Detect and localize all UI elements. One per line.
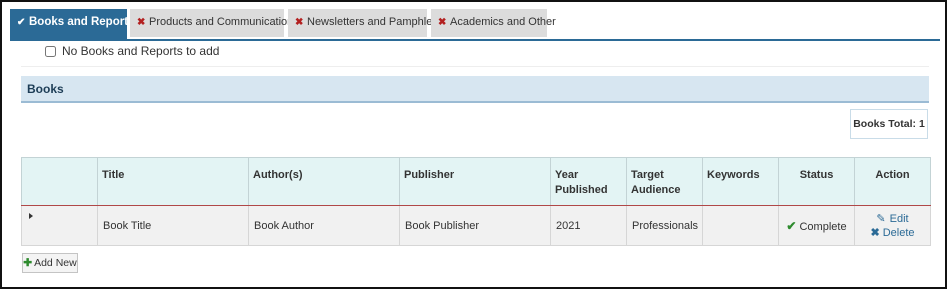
- table-header-row: Title Author(s) Publisher Year Published…: [21, 157, 931, 206]
- add-new-label: Add New: [34, 257, 77, 269]
- cell-keywords: [702, 205, 779, 246]
- no-books-label: No Books and Reports to add: [62, 44, 220, 58]
- tab-label: Academics and Other: [450, 16, 556, 28]
- edit-link[interactable]: ✎ Edit: [860, 212, 925, 226]
- books-total-badge: Books Total: 1: [850, 109, 928, 139]
- edit-label: Edit: [889, 212, 909, 225]
- delete-label: Delete: [882, 226, 915, 239]
- add-new-button[interactable]: ✚ Add New: [22, 253, 78, 273]
- col-header-year[interactable]: Year Published: [550, 157, 627, 206]
- checkmark-icon: ✔: [786, 218, 797, 233]
- section-header-books: Books: [21, 76, 929, 103]
- cell-year: 2021: [550, 205, 627, 246]
- divider: [21, 66, 929, 67]
- books-total-label: Books Total: 1: [853, 118, 925, 130]
- tab-bar: ✔ Books and Reports ✖ Products and Communi…: [10, 9, 940, 41]
- tab-label: Newsletters and Pamphlets: [307, 16, 441, 28]
- check-icon: ✔: [17, 17, 26, 28]
- tab-books-and-reports[interactable]: ✔ Books and Reports: [10, 9, 134, 39]
- cell-action: ✎ Edit ✖ Delete: [854, 205, 931, 246]
- caret-right-icon[interactable]: [29, 213, 33, 219]
- table-row: Book Title Book Author Book Publisher 20…: [21, 205, 931, 246]
- x-icon: ✖: [137, 17, 146, 28]
- section-title: Books: [27, 82, 64, 96]
- x-icon: ✖: [438, 17, 447, 28]
- cell-title: Book Title: [97, 205, 249, 246]
- delete-link[interactable]: ✖ Delete: [860, 226, 925, 240]
- col-header-expand: [21, 157, 98, 206]
- col-header-keywords[interactable]: Keywords: [702, 157, 779, 206]
- plus-icon: ✚: [23, 257, 33, 269]
- tab-label: Products and Communications: [149, 16, 299, 28]
- tab-academics-and-other[interactable]: ✖ Academics and Other: [431, 9, 556, 37]
- tab-label: Books and Reports: [29, 16, 135, 28]
- edit-icon: ✎: [876, 212, 886, 225]
- app-frame: ✔ Books and Reports ✖ Products and Communi…: [0, 0, 947, 289]
- cell-authors: Book Author: [248, 205, 400, 246]
- cell-publisher: Book Publisher: [399, 205, 551, 246]
- cell-audience: Professionals: [626, 205, 703, 246]
- status-label: Complete: [799, 220, 847, 233]
- col-header-status: Status: [778, 157, 855, 206]
- tab-products-and-communications[interactable]: ✖ Products and Communications: [130, 9, 299, 37]
- x-icon: ✖: [295, 17, 304, 28]
- col-header-action: Action: [854, 157, 931, 206]
- tab-newsletters-and-pamphlets[interactable]: ✖ Newsletters and Pamphlets: [288, 9, 441, 37]
- no-books-checkbox-row[interactable]: No Books and Reports to add: [45, 43, 219, 59]
- cell-status: ✔ Complete: [778, 205, 855, 246]
- col-header-audience[interactable]: Target Audience: [626, 157, 703, 206]
- delete-x-icon: ✖: [870, 226, 880, 239]
- col-header-authors[interactable]: Author(s): [248, 157, 400, 206]
- no-books-checkbox[interactable]: [45, 45, 56, 57]
- books-table: Title Author(s) Publisher Year Published…: [21, 157, 931, 246]
- col-header-publisher[interactable]: Publisher: [399, 157, 551, 206]
- expand-row-toggle[interactable]: [21, 205, 98, 246]
- col-header-title[interactable]: Title: [97, 157, 249, 206]
